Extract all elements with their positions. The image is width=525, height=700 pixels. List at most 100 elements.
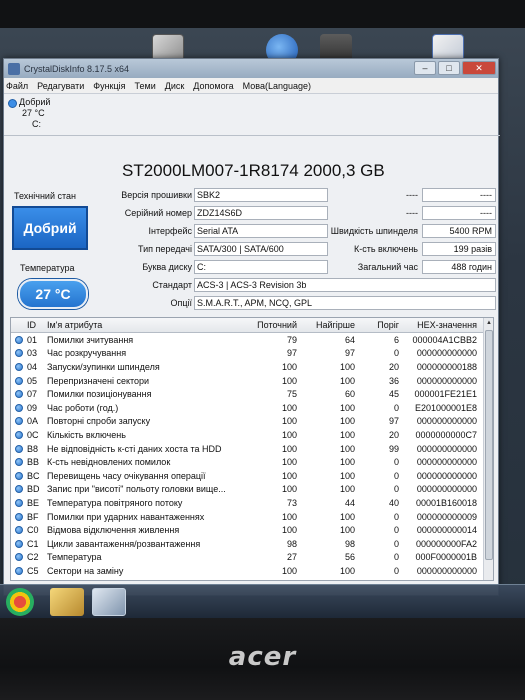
app-taskbar-icon[interactable]	[92, 588, 126, 616]
attr-worst: 100	[339, 470, 355, 481]
menu-help[interactable]: Допомога	[193, 81, 233, 91]
drive-letter-label: Буква диску	[142, 262, 192, 272]
interface-value: Serial ATA	[194, 224, 328, 238]
attr-worst: 100	[339, 457, 355, 468]
attr-threshold: 0	[393, 525, 399, 536]
smart-attributes-table[interactable]: ID Ім'я атрибута Поточний Найгірше Поріг…	[10, 317, 494, 581]
attr-current: 100	[281, 565, 297, 576]
attr-raw: 000F0000001B	[415, 552, 477, 563]
attr-id: C1	[27, 538, 39, 549]
close-button[interactable]: ✕	[462, 61, 496, 75]
app-icon	[8, 62, 20, 75]
attr-raw: 000000000000	[416, 484, 477, 495]
table-row[interactable]: 07 Помилки позиціонування 75 60 45 000001FE21…	[11, 387, 493, 401]
attr-current: 100	[281, 443, 297, 454]
header-raw[interactable]: HEX-значення	[399, 320, 481, 330]
table-row[interactable]: C0 Відмова відключення живлення 100 100 0 000…	[11, 523, 493, 537]
attr-name: Цикли завантаження/розвантаження	[47, 538, 201, 549]
menu-function[interactable]: Функція	[93, 81, 125, 91]
menu-file[interactable]: Файл	[6, 81, 28, 91]
attr-current: 100	[281, 525, 297, 536]
table-row[interactable]: C5 Сектори на заміну 100 100 0 000000000000	[11, 564, 493, 578]
table-row[interactable]: 04 Запуски/зупинки шпинделя 100 100 20 000000…	[11, 360, 493, 374]
menu-edit[interactable]: Редагувати	[37, 81, 84, 91]
attr-worst: 100	[339, 361, 355, 372]
crystaldiskinfo-window: CrystalDiskInfo 8.17.5 x64 – □ ✕ Файл Ре…	[3, 58, 500, 596]
attr-worst: 100	[339, 443, 355, 454]
table-row[interactable]: 01 Помилки зчитування 79 64 6 000004A1CBB2	[11, 333, 493, 347]
brand-logo: acer	[228, 642, 297, 672]
menu-language[interactable]: Мова(Language)	[243, 81, 311, 91]
table-row[interactable]: BC Перевищень часу очікування операції 100…	[11, 469, 493, 483]
attr-id: BE	[27, 497, 40, 508]
header-id[interactable]: ID	[27, 320, 47, 330]
attr-id: C5	[27, 565, 39, 576]
attr-worst: 98	[344, 538, 355, 549]
right-field-2-value: ----	[422, 206, 496, 220]
table-row[interactable]: 09 Час роботи (год.) 100 100 0 E201000001E8	[11, 401, 493, 415]
attr-name: Час роботи (год.)	[47, 402, 119, 413]
disk-tab-temp: 27 °C	[22, 108, 45, 118]
attr-id: 01	[27, 334, 38, 345]
attr-worst: 100	[339, 525, 355, 536]
attr-id: 0C	[27, 429, 39, 440]
chrome-taskbar-icon[interactable]	[6, 588, 34, 616]
attr-raw: 000000000009	[416, 511, 477, 522]
status-dot-icon	[15, 526, 23, 535]
disk-tab-c[interactable]: Добрий 27 °C C:	[8, 97, 56, 135]
maximize-button[interactable]: □	[438, 61, 460, 75]
menu-disk[interactable]: Диск	[165, 81, 185, 91]
attr-threshold: 0	[393, 552, 399, 563]
table-row[interactable]: C1 Цикли завантаження/розвантаження 98 98 0 0…	[11, 537, 493, 551]
header-threshold[interactable]: Поріг	[355, 320, 399, 330]
header-name[interactable]: Ім'я атрибута	[47, 320, 237, 330]
status-dot-icon	[15, 553, 23, 562]
minimize-button[interactable]: –	[414, 61, 436, 75]
table-row[interactable]: BD Запис при "висоті" польоту головки вищ…	[11, 483, 493, 497]
attr-raw: 000000000000	[416, 443, 477, 454]
attr-threshold: 20	[388, 429, 399, 440]
menu-theme[interactable]: Теми	[135, 81, 156, 91]
health-status-button[interactable]: Добрий	[12, 206, 88, 250]
attr-id: BC	[27, 470, 40, 481]
attr-raw: 000000000000	[416, 375, 477, 386]
table-row[interactable]: 0C Кількість включень 100 100 20 0000000000C7	[11, 428, 493, 442]
attr-raw: 000000000000	[416, 457, 477, 468]
table-row[interactable]: 03 Час розкручування 97 97 0 000000000000	[11, 347, 493, 361]
attr-name: Запис при "висоті" польоту головки вище.…	[47, 484, 226, 495]
table-row[interactable]: BB К-сть невідновлених помилок 100 100 0 0000…	[11, 455, 493, 469]
attr-threshold: 99	[388, 443, 399, 454]
status-dot-icon	[15, 362, 23, 371]
tab-divider	[4, 135, 500, 136]
attr-raw: 0000000000C7	[415, 429, 477, 440]
table-row[interactable]: B8 Не відповідність к-сті даних хоста та …	[11, 442, 493, 456]
table-row[interactable]: 05 Перепризначені сектори 100 100 36 00000000…	[11, 374, 493, 388]
interface-label: Інтерфейс	[148, 226, 192, 236]
power-count-label: К-сть включень	[353, 244, 418, 254]
attr-threshold: 0	[393, 348, 399, 359]
attr-raw: E201000001E8	[414, 402, 477, 413]
attr-current: 100	[281, 484, 297, 495]
serial-value: ZDZ14S6D	[194, 206, 328, 220]
header-worst[interactable]: Найгірше	[297, 320, 355, 330]
attr-worst: 64	[344, 334, 355, 345]
header-current[interactable]: Поточний	[237, 320, 297, 330]
explorer-taskbar-icon[interactable]	[50, 588, 84, 616]
attr-raw: 000000000000	[416, 348, 477, 359]
table-scrollbar[interactable]: ▲	[483, 318, 493, 580]
table-row[interactable]: C2 Температура 27 56 0 000F0000001B	[11, 551, 493, 565]
table-row[interactable]: BE Температура повітряного потоку 73 44 40 00…	[11, 496, 493, 510]
attr-threshold: 0	[393, 538, 399, 549]
power-count-value: 199 разів	[422, 242, 496, 256]
attr-worst: 56	[344, 552, 355, 563]
attr-worst: 44	[344, 497, 355, 508]
title-bar[interactable]: CrystalDiskInfo 8.17.5 x64 – □ ✕	[4, 59, 498, 78]
table-row[interactable]: 0A Повторні спроби запуску 100 100 97 0000000…	[11, 415, 493, 429]
screen-bezel-top	[0, 0, 525, 28]
attr-id: BB	[27, 457, 40, 468]
rpm-label: Швидкість шпинделя	[330, 226, 418, 236]
scroll-up-icon[interactable]: ▲	[484, 318, 493, 328]
scroll-thumb[interactable]	[485, 330, 493, 560]
table-row[interactable]: BF Помилки при ударних навантаженнях 100 10…	[11, 510, 493, 524]
attr-name: Перепризначені сектори	[47, 375, 150, 386]
